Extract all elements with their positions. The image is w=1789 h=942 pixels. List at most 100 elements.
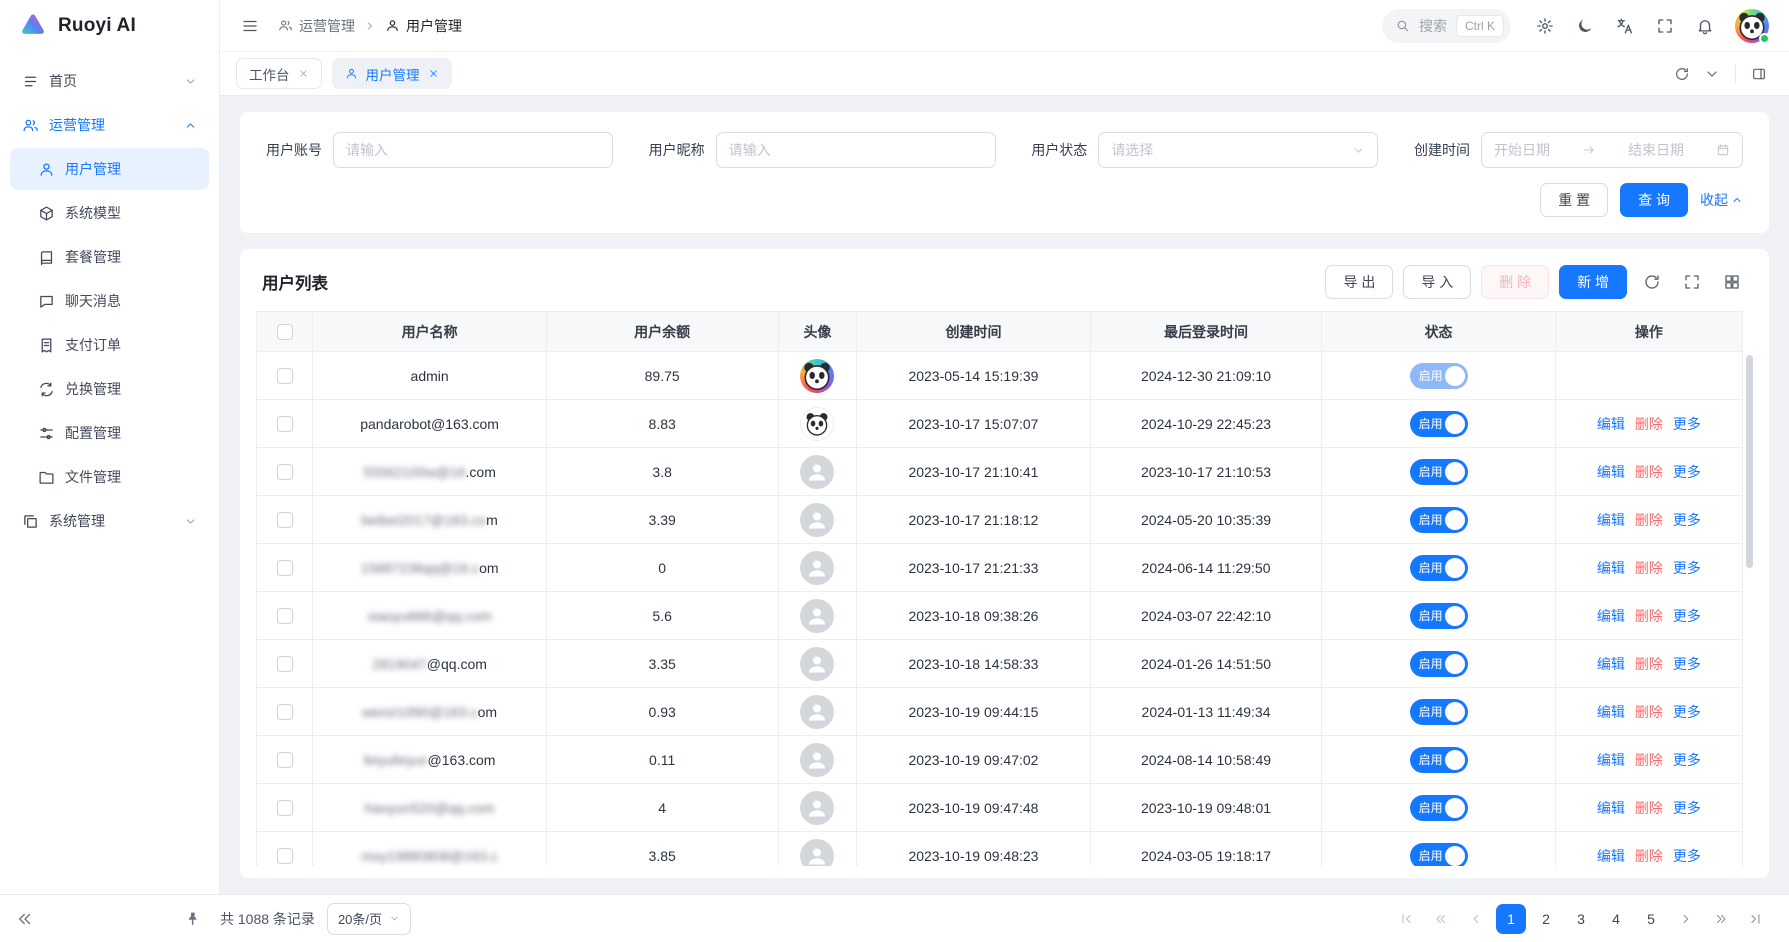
row-checkbox[interactable]: [277, 560, 293, 576]
language-button[interactable]: [1609, 10, 1641, 42]
row-action-edit[interactable]: 编辑: [1597, 608, 1625, 624]
sidebar-item-user-management[interactable]: 用户管理: [10, 148, 209, 190]
page-size-select[interactable]: 20条/页: [327, 903, 411, 935]
page-button-2[interactable]: 2: [1531, 904, 1561, 934]
row-action-more[interactable]: 更多: [1673, 560, 1701, 576]
page-button-5[interactable]: 5: [1636, 904, 1666, 934]
next-page-button[interactable]: [1671, 904, 1701, 934]
row-checkbox[interactable]: [277, 704, 293, 720]
sidebar-item-system[interactable]: 系统管理: [10, 500, 209, 542]
last-page-button[interactable]: [1741, 904, 1771, 934]
date-range-picker[interactable]: 开始日期 结束日期: [1481, 132, 1743, 168]
pin-button[interactable]: [178, 904, 208, 934]
row-action-edit[interactable]: 编辑: [1597, 416, 1625, 432]
row-checkbox[interactable]: [277, 608, 293, 624]
refresh-table-button[interactable]: [1637, 267, 1667, 297]
sidebar-item-chat-message[interactable]: 聊天消息: [10, 280, 209, 322]
first-page-button[interactable]: [1391, 904, 1421, 934]
status-toggle[interactable]: 启用: [1410, 795, 1468, 821]
row-action-delete[interactable]: 删除: [1635, 608, 1663, 624]
row-action-edit[interactable]: 编辑: [1597, 560, 1625, 576]
row-action-edit[interactable]: 编辑: [1597, 800, 1625, 816]
sidebar-item-payment-order[interactable]: 支付订单: [10, 324, 209, 366]
sidebar-item-config-management[interactable]: 配置管理: [10, 412, 209, 454]
tab-options-button[interactable]: [1698, 60, 1726, 88]
breadcrumb-item-operations[interactable]: 运营管理: [278, 16, 355, 36]
breadcrumb-item-user-management[interactable]: 用户管理: [385, 16, 462, 36]
row-action-delete[interactable]: 删除: [1635, 848, 1663, 864]
status-toggle[interactable]: 启用: [1410, 507, 1468, 533]
layout-button[interactable]: [1745, 60, 1773, 88]
status-toggle[interactable]: 启用: [1410, 651, 1468, 677]
row-checkbox[interactable]: [277, 512, 293, 528]
row-action-delete[interactable]: 删除: [1635, 752, 1663, 768]
row-action-more[interactable]: 更多: [1673, 512, 1701, 528]
settings-button[interactable]: [1529, 10, 1561, 42]
status-toggle[interactable]: 启用: [1410, 411, 1468, 437]
page-button-1[interactable]: 1: [1496, 904, 1526, 934]
status-toggle[interactable]: 启用: [1410, 363, 1468, 389]
row-action-more[interactable]: 更多: [1673, 800, 1701, 816]
search-button[interactable]: 查 询: [1620, 183, 1688, 217]
add-button[interactable]: 新 增: [1559, 265, 1627, 299]
sidebar-item-home[interactable]: 首页: [10, 60, 209, 102]
refresh-tab-button[interactable]: [1668, 60, 1696, 88]
table-fullscreen-button[interactable]: [1677, 267, 1707, 297]
nickname-input[interactable]: [716, 132, 996, 168]
row-action-edit[interactable]: 编辑: [1597, 512, 1625, 528]
tab-workbench[interactable]: 工作台: [236, 58, 322, 89]
row-checkbox[interactable]: [277, 848, 293, 864]
row-checkbox[interactable]: [277, 368, 293, 384]
collapse-filter-link[interactable]: 收起: [1700, 190, 1743, 210]
row-action-delete[interactable]: 删除: [1635, 800, 1663, 816]
notifications-button[interactable]: [1689, 10, 1721, 42]
user-avatar[interactable]: [1735, 9, 1769, 43]
status-toggle[interactable]: 启用: [1410, 459, 1468, 485]
row-action-delete[interactable]: 删除: [1635, 416, 1663, 432]
tab-user-management[interactable]: 用户管理: [332, 58, 452, 89]
status-toggle[interactable]: 启用: [1410, 555, 1468, 581]
row-action-delete[interactable]: 删除: [1635, 512, 1663, 528]
scrollbar-thumb[interactable]: [1746, 355, 1753, 568]
row-action-edit[interactable]: 编辑: [1597, 752, 1625, 768]
row-action-delete[interactable]: 删除: [1635, 704, 1663, 720]
row-checkbox[interactable]: [277, 752, 293, 768]
status-select[interactable]: 请选择: [1098, 132, 1378, 168]
status-toggle[interactable]: 启用: [1410, 843, 1468, 867]
row-action-more[interactable]: 更多: [1673, 848, 1701, 864]
status-toggle[interactable]: 启用: [1410, 603, 1468, 629]
status-toggle[interactable]: 启用: [1410, 747, 1468, 773]
jump-forward-button[interactable]: [1706, 904, 1736, 934]
row-action-more[interactable]: 更多: [1673, 704, 1701, 720]
fullscreen-button[interactable]: [1649, 10, 1681, 42]
row-action-delete[interactable]: 删除: [1635, 656, 1663, 672]
select-all-checkbox[interactable]: [277, 324, 293, 340]
sidebar-item-file-management[interactable]: 文件管理: [10, 456, 209, 498]
account-input[interactable]: [333, 132, 613, 168]
row-action-edit[interactable]: 编辑: [1597, 656, 1625, 672]
dark-mode-button[interactable]: [1569, 10, 1601, 42]
row-action-more[interactable]: 更多: [1673, 656, 1701, 672]
row-action-more[interactable]: 更多: [1673, 416, 1701, 432]
sidebar-item-exchange-management[interactable]: 兑换管理: [10, 368, 209, 410]
row-action-delete[interactable]: 删除: [1635, 560, 1663, 576]
close-icon[interactable]: [428, 68, 439, 79]
import-button[interactable]: 导 入: [1403, 265, 1471, 299]
row-action-edit[interactable]: 编辑: [1597, 464, 1625, 480]
reset-button[interactable]: 重 置: [1540, 183, 1608, 217]
row-action-edit[interactable]: 编辑: [1597, 704, 1625, 720]
collapse-sidebar-button[interactable]: [10, 904, 40, 934]
row-action-delete[interactable]: 删除: [1635, 464, 1663, 480]
close-icon[interactable]: [298, 68, 309, 79]
row-action-more[interactable]: 更多: [1673, 464, 1701, 480]
export-button[interactable]: 导 出: [1325, 265, 1393, 299]
sidebar-item-package-management[interactable]: 套餐管理: [10, 236, 209, 278]
page-button-3[interactable]: 3: [1566, 904, 1596, 934]
table-scrollbar[interactable]: [1746, 355, 1753, 862]
column-settings-button[interactable]: [1717, 267, 1747, 297]
row-checkbox[interactable]: [277, 416, 293, 432]
global-search-input[interactable]: 搜索 Ctrl K: [1382, 9, 1511, 43]
prev-page-button[interactable]: [1461, 904, 1491, 934]
page-button-4[interactable]: 4: [1601, 904, 1631, 934]
sidebar-toggle-button[interactable]: [234, 10, 266, 42]
